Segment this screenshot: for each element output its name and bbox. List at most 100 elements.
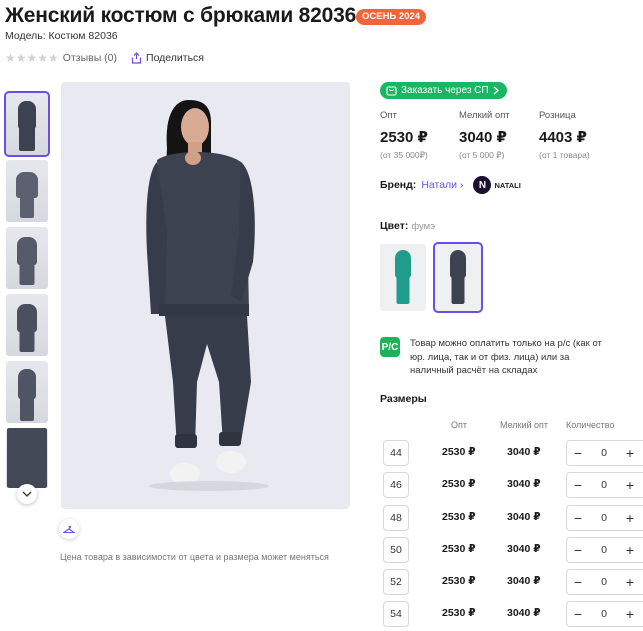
increment-button[interactable]: + (619, 606, 641, 622)
price-label: Опт (380, 110, 397, 121)
size-price-opt: 2530 ₽ (442, 511, 476, 523)
size-label: 50 (383, 537, 409, 563)
size-price-small-opt: 3040 ₽ (507, 511, 541, 523)
size-label: 54 (383, 601, 409, 627)
size-row: 44 2530 ₽ 3040 ₽ − 0 + (383, 440, 643, 466)
thumbnail-1[interactable] (4, 91, 50, 157)
hanger-button[interactable] (59, 519, 79, 539)
decrement-button[interactable]: − (567, 542, 589, 558)
price-small-opt: Мелкий опт 3040 ₽ (от 5 000 ₽) (459, 110, 510, 161)
size-price-opt: 2530 ₽ (442, 575, 476, 587)
price-disclaimer: Цена товара в зависимости от цвета и раз… (60, 552, 329, 562)
cart-icon (386, 86, 397, 96)
payment-notice: Товар можно оплатить только на р/с (как … (410, 338, 602, 376)
quantity-stepper: − 0 + (566, 472, 643, 498)
rating-stars: ★★★★★ (5, 51, 59, 65)
price-condition: (от 35 000₽) (380, 150, 428, 160)
natali-logo-icon: N (473, 176, 492, 194)
size-row: 52 2530 ₽ 3040 ₽ − 0 + (383, 569, 643, 595)
thumbnail-6[interactable] (6, 428, 48, 488)
thumbnail-4[interactable] (6, 294, 48, 356)
quantity-stepper: − 0 + (566, 601, 643, 627)
chevron-down-icon (22, 491, 32, 497)
price-label: Мелкий опт (459, 110, 510, 121)
thumbnail-strip (4, 91, 50, 493)
quantity-stepper: − 0 + (566, 537, 643, 563)
hanger-icon (63, 525, 75, 534)
size-price-small-opt: 3040 ₽ (507, 575, 541, 587)
rating-row: ★★★★★ Отзывы (0) Поделиться (5, 51, 204, 65)
size-label: 48 (383, 505, 409, 531)
decrement-button[interactable]: − (567, 574, 589, 590)
thumbnail-2[interactable] (6, 160, 48, 222)
price-value: 3040 ₽ (459, 129, 507, 146)
quantity-input[interactable]: 0 (589, 447, 619, 459)
increment-button[interactable]: + (619, 510, 641, 526)
brand-logo-text: NATALI (494, 180, 521, 190)
price-value: 4403 ₽ (539, 129, 587, 146)
size-price-opt: 2530 ₽ (442, 478, 476, 490)
color-label: Цвет: (380, 220, 409, 232)
share-button[interactable]: Поделиться (131, 52, 204, 64)
quantity-stepper: − 0 + (566, 569, 643, 595)
quantity-input[interactable]: 0 (589, 512, 619, 524)
quantity-input[interactable]: 0 (589, 608, 619, 620)
size-price-small-opt: 3040 ₽ (507, 446, 541, 458)
decrement-button[interactable]: − (567, 445, 589, 461)
size-row: 50 2530 ₽ 3040 ₽ − 0 + (383, 537, 643, 563)
order-sp-label: Заказать через СП (401, 85, 489, 96)
header-small-opt: Мелкий опт (500, 420, 549, 430)
quantity-stepper: − 0 + (566, 440, 643, 466)
order-sp-button[interactable]: Заказать через СП (380, 82, 507, 99)
color-swatch-teal[interactable] (380, 244, 426, 311)
model-illustration (146, 100, 269, 491)
size-label: 44 (383, 440, 409, 466)
brand-row: Бренд: Натали › N NATALI (380, 176, 521, 194)
thumbnail-3[interactable] (6, 227, 48, 289)
quantity-input[interactable]: 0 (589, 576, 619, 588)
quantity-input[interactable]: 0 (589, 479, 619, 491)
brand-link[interactable]: Натали › (421, 179, 463, 191)
brand-label: Бренд: (380, 179, 417, 191)
size-price-opt: 2530 ₽ (442, 446, 476, 458)
size-row: 46 2530 ₽ 3040 ₽ − 0 + (383, 472, 643, 498)
price-opt: Опт 2530 ₽ (от 35 000₽) (380, 110, 428, 161)
chevron-right-icon (493, 86, 499, 95)
price-condition: (от 5 000 ₽) (459, 150, 505, 160)
quantity-stepper: − 0 + (566, 505, 643, 531)
color-swatch-fume[interactable] (433, 242, 483, 313)
reviews-link[interactable]: Отзывы (0) (63, 52, 117, 64)
size-price-small-opt: 3040 ₽ (507, 478, 541, 490)
size-price-opt: 2530 ₽ (442, 607, 476, 619)
price-condition: (от 1 товара) (539, 150, 590, 160)
price-label: Розница (539, 110, 576, 121)
size-label: 46 (383, 472, 409, 498)
increment-button[interactable]: + (619, 477, 641, 493)
product-model: Модель: Костюм 82036 (5, 30, 118, 42)
increment-button[interactable]: + (619, 542, 641, 558)
price-retail: Розница 4403 ₽ (от 1 товара) (539, 110, 590, 160)
product-title: Женский костюм с брюками 82036 (5, 4, 357, 27)
brand-logo[interactable]: N NATALI (473, 176, 521, 194)
increment-button[interactable]: + (619, 445, 641, 461)
share-icon (131, 52, 142, 64)
decrement-button[interactable]: − (567, 606, 589, 622)
increment-button[interactable]: + (619, 574, 641, 590)
size-label: 52 (383, 569, 409, 595)
size-row: 48 2530 ₽ 3040 ₽ − 0 + (383, 505, 643, 531)
bank-account-icon: Р/С (380, 337, 400, 357)
thumbnail-5[interactable] (6, 361, 48, 423)
size-row: 54 2530 ₽ 3040 ₽ − 0 + (383, 601, 643, 627)
color-row: Цвет: фумэ (380, 220, 435, 232)
size-price-small-opt: 3040 ₽ (507, 607, 541, 619)
price-value: 2530 ₽ (380, 129, 428, 146)
share-label: Поделиться (146, 52, 204, 64)
main-product-photo[interactable] (61, 82, 350, 509)
size-price-opt: 2530 ₽ (442, 543, 476, 555)
decrement-button[interactable]: − (567, 510, 589, 526)
decrement-button[interactable]: − (567, 477, 589, 493)
color-value: фумэ (411, 221, 436, 232)
quantity-input[interactable]: 0 (589, 544, 619, 556)
size-price-small-opt: 3040 ₽ (507, 543, 541, 555)
thumbs-down-button[interactable] (17, 484, 37, 504)
